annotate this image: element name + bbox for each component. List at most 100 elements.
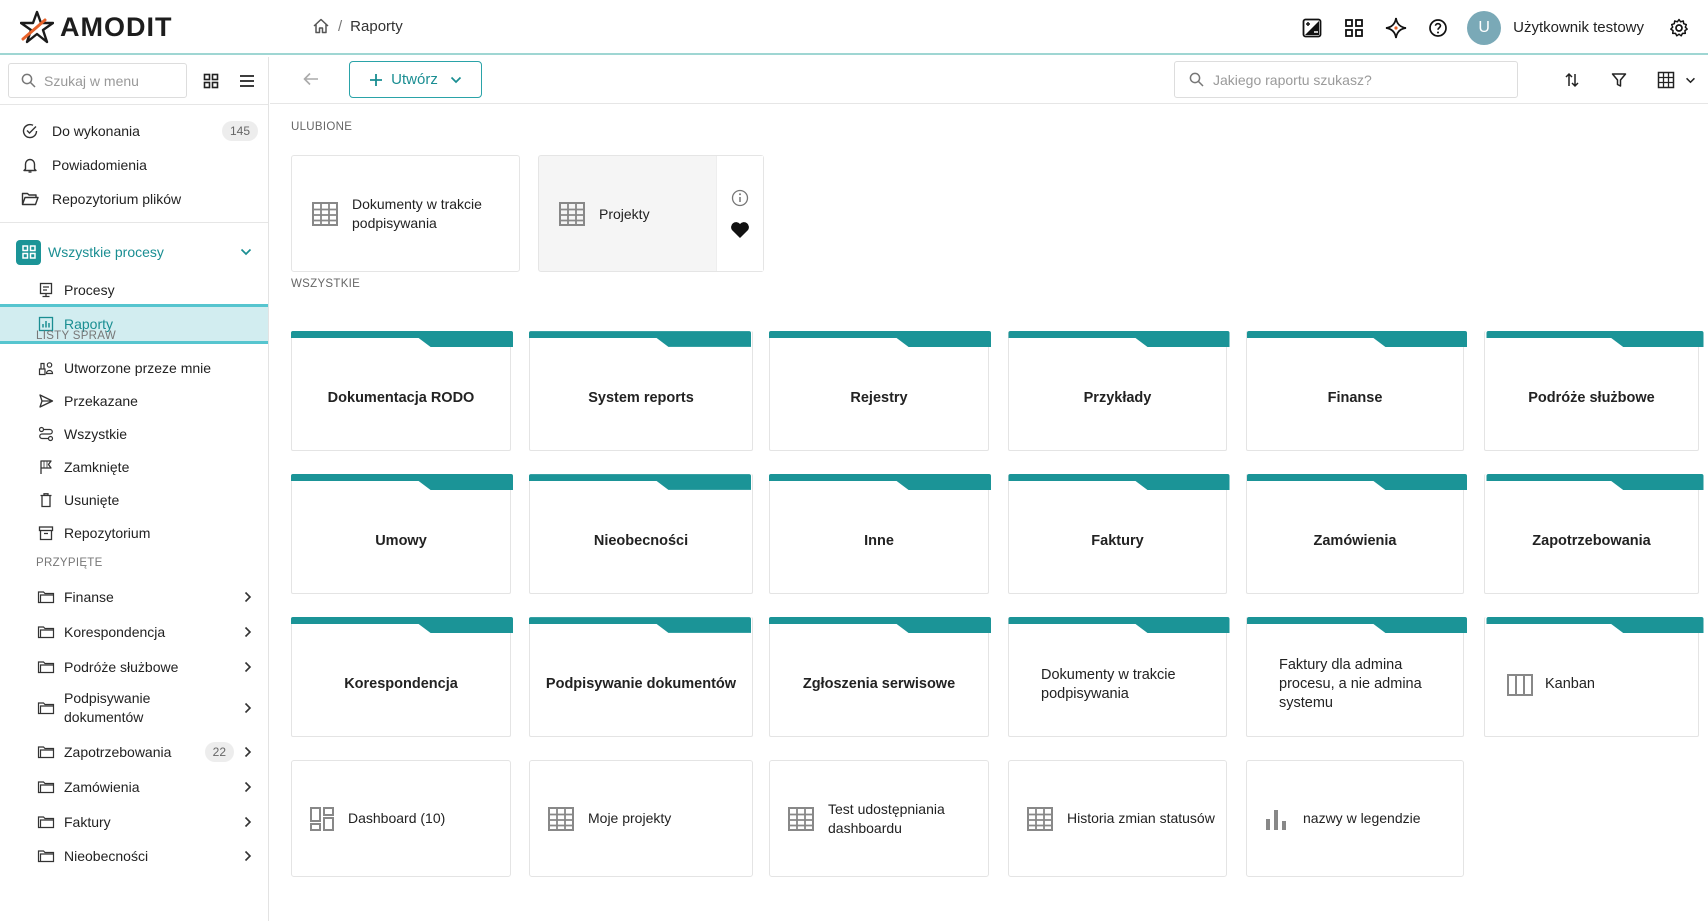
- report-card[interactable]: Moje projekty: [529, 760, 753, 877]
- sidebar-item-pinned-zapotrzebowania[interactable]: Zapotrzebowania 22: [0, 735, 268, 769]
- folder-tab-shape: [529, 474, 751, 490]
- folder-name-line: Faktury dla admina: [1279, 657, 1403, 673]
- chevron-right-icon[interactable]: [244, 746, 252, 758]
- avatar[interactable]: U: [1467, 10, 1502, 45]
- user-name[interactable]: Użytkownik testowy: [1513, 19, 1644, 36]
- folder-name: Dokumenty w trakcie podpisywania: [1009, 633, 1226, 736]
- folder-tab-shape: [1486, 474, 1704, 490]
- chevron-right-icon[interactable]: [244, 816, 252, 828]
- chevron-right-icon[interactable]: [244, 591, 252, 603]
- list-view-button[interactable]: [229, 63, 265, 99]
- back-button[interactable]: [302, 71, 320, 87]
- chevron-right-icon[interactable]: [244, 702, 252, 714]
- filter-button[interactable]: [1601, 62, 1637, 98]
- home-icon[interactable]: [312, 17, 330, 35]
- sort-button[interactable]: [1554, 62, 1590, 98]
- send-icon: [36, 393, 56, 409]
- report-folder[interactable]: Finanse: [1246, 331, 1467, 451]
- report-card[interactable]: Historia zmian statusów: [1008, 760, 1227, 877]
- folder-icon: [36, 814, 56, 830]
- users-icon: [36, 360, 56, 376]
- report-folder[interactable]: Nieobecności: [529, 474, 753, 594]
- sidebar-item-repository[interactable]: Repozytorium: [0, 516, 268, 550]
- chevron-right-icon[interactable]: [244, 661, 252, 673]
- folder-name-text: Kanban: [1545, 676, 1595, 692]
- report-folder[interactable]: Zgłoszenia serwisowe: [769, 617, 991, 737]
- folder-tab-shape: [1008, 474, 1230, 490]
- chevron-right-icon[interactable]: [244, 626, 252, 638]
- archive-icon: [36, 525, 56, 541]
- table-icon: [788, 806, 814, 831]
- folder-tab-shape: [291, 474, 513, 490]
- apps-button[interactable]: [1333, 7, 1375, 49]
- check-circle-icon: [20, 122, 40, 140]
- sidebar-item-todo[interactable]: Do wykonania 145: [0, 114, 268, 148]
- help-button[interactable]: [1417, 7, 1459, 49]
- sidebar-item-file-repository[interactable]: Repozytorium plików: [0, 182, 268, 216]
- chevron-right-icon[interactable]: [244, 850, 252, 862]
- sidebar-item-processes[interactable]: Procesy: [0, 273, 268, 307]
- report-card[interactable]: Test udostępniania dashboardu: [769, 760, 989, 877]
- settings-button[interactable]: [1658, 7, 1700, 49]
- sidebar-item-pinned-podroze[interactable]: Podróże służbowe: [0, 650, 268, 684]
- sidebar-item-closed[interactable]: Zamknięte: [0, 450, 268, 484]
- chevron-down-icon: [1685, 77, 1695, 83]
- breadcrumb: / Raporty: [312, 17, 403, 35]
- create-button[interactable]: Utwórz: [349, 61, 482, 98]
- card-title: Test udostępniania dashboardu: [828, 800, 945, 838]
- report-folder[interactable]: Dokumentacja RODO: [291, 331, 513, 451]
- chevron-right-icon[interactable]: [244, 781, 252, 793]
- report-folder[interactable]: Inne: [769, 474, 991, 594]
- sidebar-item-all-processes[interactable]: Wszystkie procesy: [0, 235, 268, 269]
- view-mode-button[interactable]: [1646, 62, 1706, 98]
- report-folder[interactable]: Faktury dla admina procesu, a nie admina s…: [1246, 617, 1467, 737]
- sidebar-item-created-by-me[interactable]: Utworzone przeze mnie: [0, 351, 268, 385]
- sidebar-item-pinned-faktury[interactable]: Faktury: [0, 805, 268, 839]
- sidebar-item-forwarded[interactable]: Przekazane: [0, 384, 268, 418]
- report-folder[interactable]: Kanban: [1484, 617, 1704, 737]
- report-folder[interactable]: Zamówienia: [1246, 474, 1467, 594]
- favorite-report-card[interactable]: Dokumenty w trakcie podpisywania: [291, 155, 520, 272]
- report-folder[interactable]: Rejestry: [769, 331, 991, 451]
- report-search-placeholder: Jakiego raportu szukasz?: [1213, 71, 1372, 88]
- report-search-input[interactable]: Jakiego raportu szukasz?: [1174, 61, 1518, 98]
- report-folder[interactable]: Zapotrzebowania: [1484, 474, 1704, 594]
- menu-search-input[interactable]: Szukaj w menu: [8, 63, 187, 98]
- processes-grid-icon: [16, 239, 41, 265]
- folder-tab-shape: [529, 331, 751, 347]
- sidebar-item-notifications[interactable]: Powiadomienia: [0, 148, 268, 182]
- report-folder[interactable]: System reports: [529, 331, 753, 451]
- contrast-button[interactable]: [1291, 7, 1333, 49]
- ai-assistant-button[interactable]: [1375, 7, 1417, 49]
- amodit-star-icon: [20, 10, 54, 44]
- report-folder[interactable]: Korespondencja: [291, 617, 513, 737]
- heart-icon[interactable]: [730, 221, 750, 239]
- sidebar-item-deleted[interactable]: Usunięte: [0, 483, 268, 517]
- report-folder[interactable]: Umowy: [291, 474, 513, 594]
- report-folder[interactable]: Podróże służbowe: [1484, 331, 1704, 451]
- folder-name: Nieobecności: [593, 533, 689, 549]
- section-label-all: WSZYSTKIE: [291, 278, 361, 290]
- sidebar-item-pinned-zamowienia[interactable]: Zamówienia: [0, 770, 268, 804]
- folder-tab-shape: [769, 474, 991, 490]
- sidebar-item-pinned-podpisywanie[interactable]: Podpisywanie dokumentów: [0, 683, 268, 733]
- table-icon: [548, 806, 574, 831]
- sort-icon: [1565, 72, 1579, 88]
- chevron-down-icon[interactable]: [240, 248, 252, 256]
- report-card[interactable]: Dashboard (10): [291, 760, 511, 877]
- favorite-report-card[interactable]: Projekty: [538, 155, 764, 272]
- report-folder[interactable]: Dokumenty w trakcie podpisywania: [1008, 617, 1230, 737]
- sidebar-item-label: Zamówienia: [64, 779, 140, 795]
- report-card[interactable]: nazwy w legendzie: [1246, 760, 1464, 877]
- report-folder[interactable]: Podpisywanie dokumentów: [529, 617, 753, 737]
- tile-view-button[interactable]: [193, 63, 229, 99]
- sidebar-item-pinned-finanse[interactable]: Finanse: [0, 580, 268, 614]
- sidebar-item-pinned-korespondencja[interactable]: Korespondencja: [0, 615, 268, 649]
- info-icon[interactable]: [731, 189, 749, 207]
- report-folder[interactable]: Przykłady: [1008, 331, 1230, 451]
- report-folder[interactable]: Faktury: [1008, 474, 1230, 594]
- sidebar-item-all[interactable]: Wszystkie: [0, 417, 268, 451]
- sidebar-item-pinned-nieobecnosci[interactable]: Nieobecności: [0, 839, 268, 873]
- folder-icon: [36, 744, 56, 760]
- logo[interactable]: AMODIT: [20, 10, 172, 44]
